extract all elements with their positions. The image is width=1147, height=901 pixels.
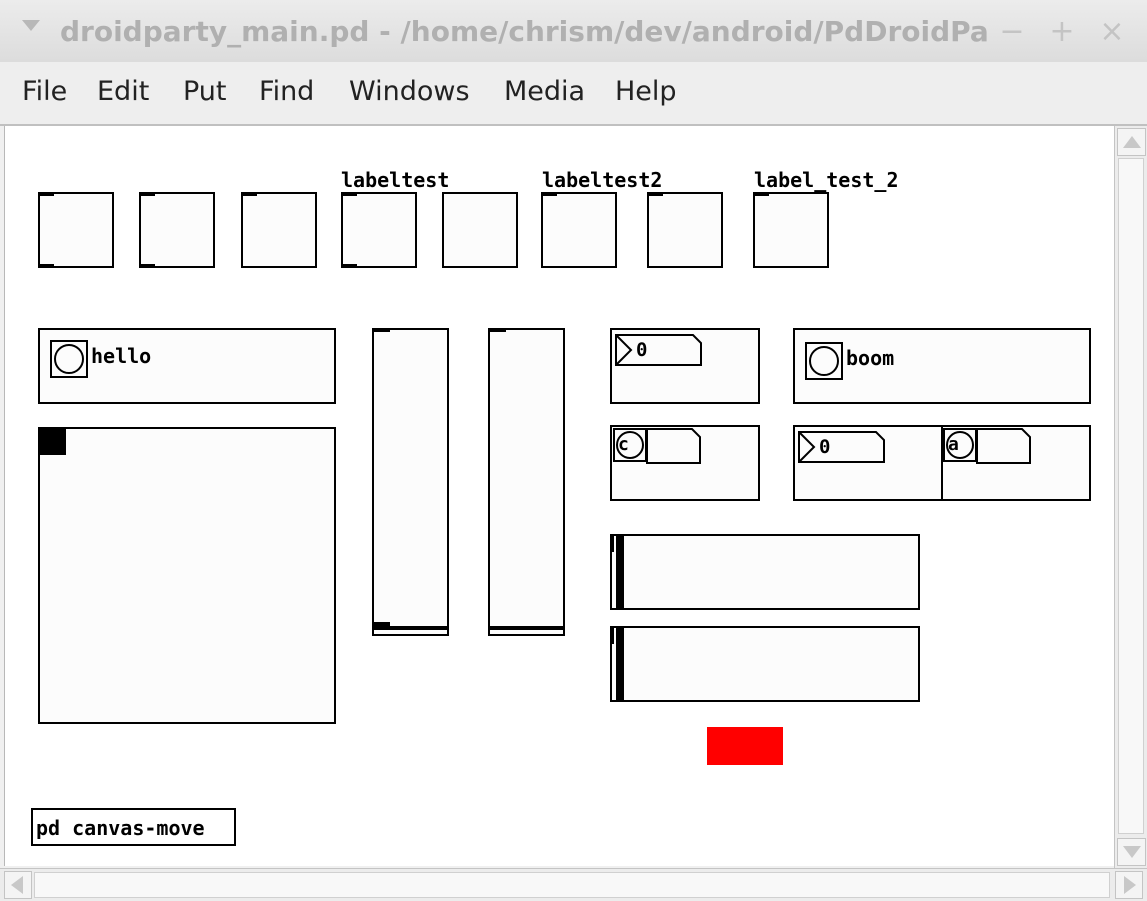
hslider-knob[interactable]	[616, 628, 624, 700]
close-icon[interactable]: ×	[1094, 12, 1130, 52]
number-box-value: 0	[819, 436, 831, 458]
toggle-label: labeltest2	[542, 168, 663, 192]
menu-edit[interactable]: Edit	[97, 72, 149, 112]
bang-circle-icon	[54, 344, 84, 374]
bang-label: a	[948, 434, 959, 455]
red-canvas	[707, 727, 783, 765]
title-bar[interactable]: droidparty_main.pd - /home/chrism/dev/an…	[0, 0, 1147, 63]
scroll-down-icon[interactable]	[1117, 838, 1146, 866]
xy-pad[interactable]	[38, 427, 336, 724]
vertical-scrollbar[interactable]	[1114, 126, 1147, 868]
bang-label: hello	[91, 344, 152, 368]
window-menu-icon[interactable]	[22, 20, 40, 31]
toggle[interactable]	[647, 192, 723, 268]
bang-hello[interactable]	[50, 340, 88, 378]
subpatch-label: pd canvas-move	[36, 816, 205, 840]
cnv-c: c	[610, 425, 760, 501]
minimize-icon[interactable]: −	[994, 12, 1030, 52]
number-box[interactable]	[798, 431, 886, 463]
cnv-boom: boom	[793, 328, 1091, 404]
subpatch-object[interactable]: pd canvas-move	[31, 808, 236, 846]
menu-media[interactable]: Media	[504, 72, 585, 112]
horizontal-scrollbar[interactable]	[0, 868, 1147, 901]
toggle-labeltest[interactable]	[341, 192, 417, 268]
vslider-knob[interactable]	[490, 626, 563, 630]
bang-a[interactable]: a	[943, 428, 977, 462]
toggle[interactable]	[442, 192, 518, 268]
menu-help[interactable]: Help	[615, 72, 677, 112]
toggle[interactable]	[139, 192, 215, 268]
pd-patch-window: droidparty_main.pd - /home/chrism/dev/an…	[0, 0, 1147, 901]
patch-canvas[interactable]: labeltest labeltest2 label_test_2 hello …	[4, 126, 1115, 866]
bang-label: boom	[846, 346, 895, 370]
menu-find[interactable]: Find	[259, 72, 314, 112]
cnv-numbox: 0	[610, 328, 760, 404]
bang-c[interactable]: c	[613, 428, 647, 462]
toggle[interactable]	[38, 192, 114, 268]
hslider-knob[interactable]	[616, 536, 624, 608]
xy-pad-handle[interactable]	[40, 429, 66, 455]
scroll-left-icon[interactable]	[4, 871, 32, 899]
hslider[interactable]	[610, 534, 920, 610]
hslider[interactable]	[610, 626, 920, 702]
menu-windows[interactable]: Windows	[349, 72, 470, 112]
symbol-box[interactable]	[976, 428, 1032, 464]
toggle-labeltest2[interactable]	[541, 192, 617, 268]
symbol-box[interactable]	[646, 428, 702, 464]
vslider[interactable]	[372, 328, 449, 636]
menu-put[interactable]: Put	[183, 72, 227, 112]
number-box-value: 0	[636, 339, 648, 361]
maximize-icon[interactable]: +	[1044, 12, 1080, 52]
cnv-a: 0 a	[793, 425, 1091, 501]
scroll-up-icon[interactable]	[1117, 128, 1146, 156]
menu-file[interactable]: File	[22, 72, 67, 112]
menu-bar: File Edit Put Find Windows Media Help	[0, 62, 1147, 126]
toggle[interactable]	[241, 192, 317, 268]
toggle-label: label_test_2	[754, 168, 899, 192]
vslider[interactable]	[488, 328, 565, 636]
bang-circle-icon	[809, 346, 839, 376]
toggle-label-test-2[interactable]	[753, 192, 829, 268]
horizontal-scroll-thumb[interactable]	[34, 872, 1110, 898]
bang-label: c	[618, 434, 629, 455]
number-box[interactable]	[615, 334, 703, 366]
cnv-hello: hello	[38, 328, 336, 404]
window-title: droidparty_main.pd - /home/chrism/dev/an…	[60, 15, 990, 48]
scroll-right-icon[interactable]	[1115, 871, 1143, 899]
bang-boom[interactable]	[805, 342, 843, 380]
vertical-scroll-thumb[interactable]	[1118, 158, 1144, 834]
toggle-label: labeltest	[341, 168, 450, 192]
